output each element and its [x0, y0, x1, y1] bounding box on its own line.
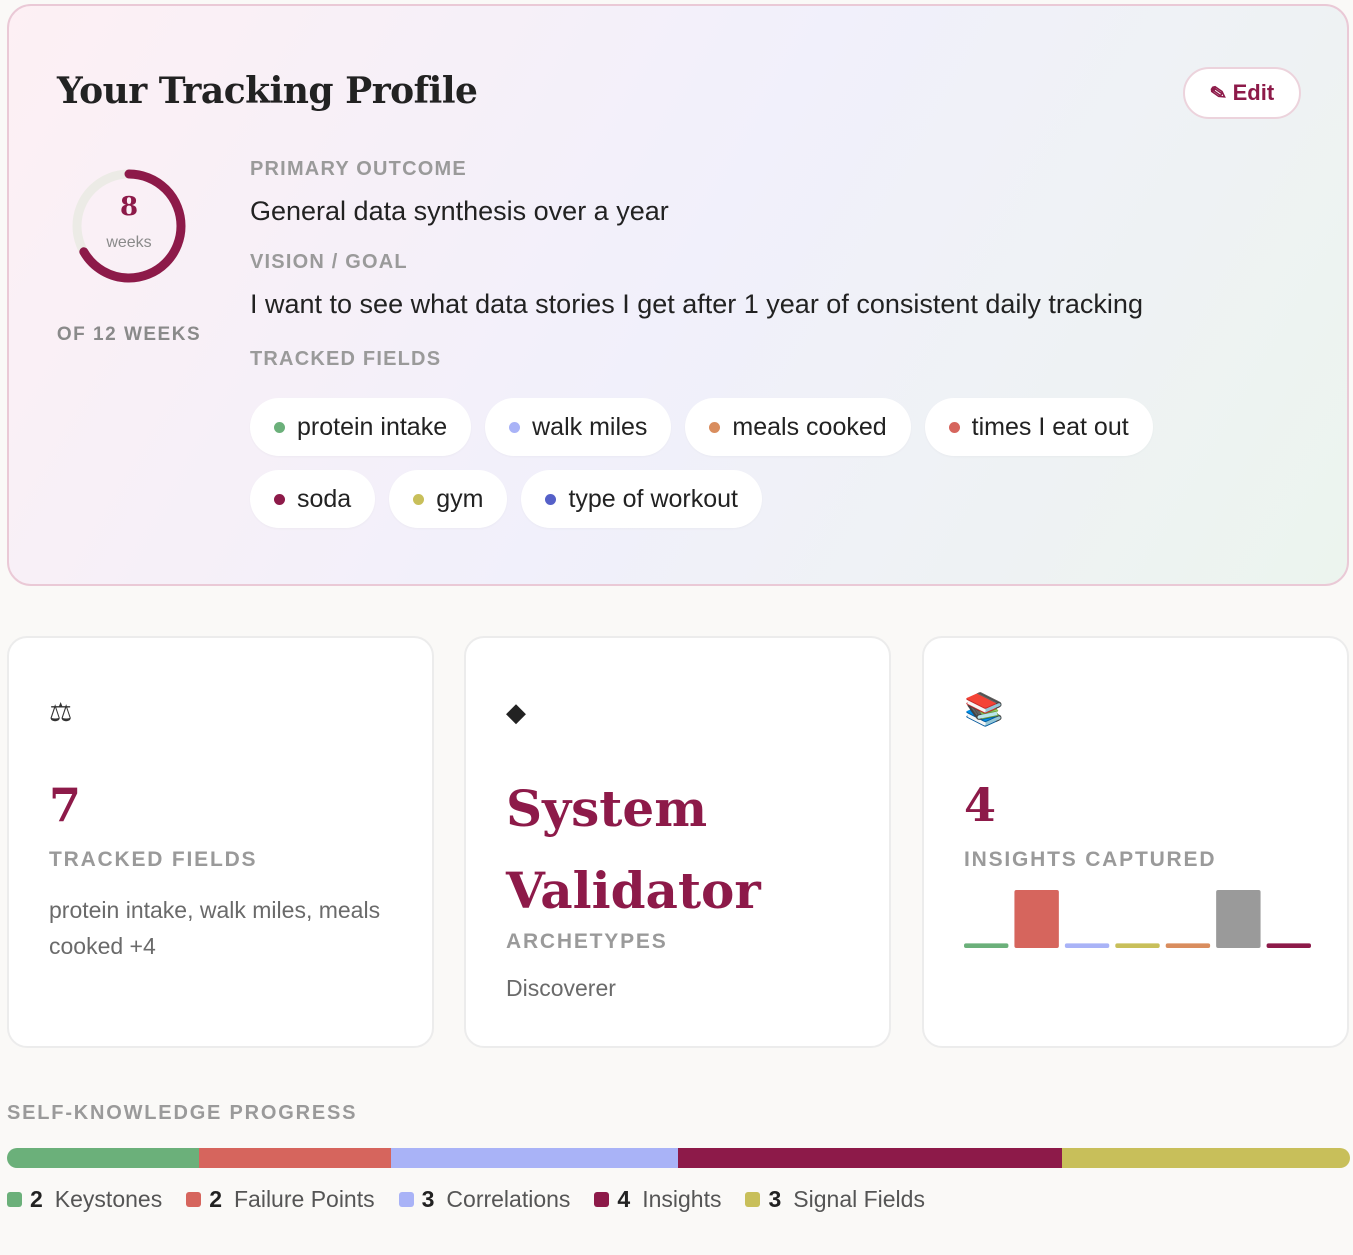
- legend-label: Signal Fields: [793, 1186, 925, 1212]
- field-chip-label: times I eat out: [971, 412, 1129, 441]
- progress-segment: [678, 1148, 1063, 1168]
- field-chip[interactable]: protein intake: [250, 398, 472, 456]
- tracked-fields-card[interactable]: ⚖ 7 TRACKED FIELDS protein intake, walk …: [7, 636, 434, 1048]
- field-color-dot: [509, 421, 521, 433]
- field-chip[interactable]: walk miles: [485, 398, 672, 456]
- progress-segment: [390, 1148, 679, 1168]
- tracked-fields-summary: protein intake, walk miles, meals cooked…: [49, 897, 381, 959]
- edit-button-label: Edit: [1232, 80, 1275, 105]
- field-chip[interactable]: type of workout: [521, 470, 762, 528]
- insights-card[interactable]: 📚 4 INSIGHTS CAPTURED: [922, 636, 1349, 1048]
- legend-count: 3: [768, 1186, 782, 1212]
- insight-bar: [1064, 943, 1110, 948]
- tracked-fields-label: TRACKED FIELDS: [250, 348, 442, 370]
- field-color-dot: [274, 493, 285, 505]
- tracked-fields-card-label: TRACKED FIELDS: [49, 848, 258, 871]
- tracking-profile-card: Your Tracking Profile ✎ Edit 8 weeks OF …: [7, 4, 1349, 586]
- insight-bar: [1216, 890, 1261, 948]
- archetype-title: System Validator: [506, 779, 761, 920]
- tracked-fields-count: 7: [49, 778, 82, 832]
- field-color-dot: [413, 493, 425, 505]
- pencil-icon: ✎: [1208, 81, 1229, 106]
- balance-scale-icon: ⚖: [49, 698, 73, 728]
- legend-item: 3 Signal Fields: [745, 1186, 925, 1213]
- legend-swatch: [745, 1192, 761, 1207]
- legend-item: 4 Insights: [594, 1186, 721, 1213]
- field-chip-label: gym: [436, 484, 484, 513]
- insight-bar: [1266, 943, 1311, 948]
- legend-swatch: [7, 1192, 22, 1207]
- edit-button[interactable]: ✎ Edit: [1183, 67, 1301, 119]
- weeks-completed-value: 8: [119, 192, 139, 222]
- weeks-total-caption: OF 12 WEEKS: [56, 324, 202, 345]
- archetype-card-label: ARCHETYPES: [506, 930, 668, 953]
- field-chip[interactable]: soda: [250, 470, 376, 528]
- legend-label: Failure Points: [234, 1186, 375, 1212]
- insight-bar: [1165, 943, 1211, 948]
- insights-card-label: INSIGHTS CAPTURED: [964, 848, 1217, 871]
- field-chip-label: protein intake: [297, 412, 448, 441]
- field-chip-label: meals cooked: [732, 412, 887, 441]
- legend-count: 4: [617, 1186, 631, 1212]
- field-color-dot: [545, 493, 557, 505]
- self-knowledge-progress-title: SELF-KNOWLEDGE PROGRESS: [7, 1102, 358, 1124]
- legend-item: 2 Keystones: [7, 1186, 162, 1213]
- legend-count: 2: [209, 1186, 222, 1212]
- weeks-progress-ring: 8 weeks: [69, 166, 189, 286]
- diamond-icon: ◆: [506, 698, 526, 728]
- weeks-unit: weeks: [106, 234, 152, 251]
- field-chip[interactable]: meals cooked: [685, 398, 911, 456]
- field-color-dot: [274, 421, 285, 433]
- legend-count: 3: [421, 1186, 435, 1212]
- primary-outcome-label: PRIMARY OUTCOME: [250, 158, 467, 180]
- vision-label: VISION / GOAL: [250, 251, 408, 273]
- profile-title: Your Tracking Profile: [57, 70, 478, 112]
- progress-segment: [7, 1148, 199, 1168]
- field-chip-label: type of workout: [568, 484, 738, 513]
- field-chip-label: walk miles: [532, 412, 648, 441]
- legend-label: Correlations: [446, 1186, 571, 1212]
- legend-swatch: [594, 1192, 610, 1207]
- field-color-dot: [709, 421, 721, 433]
- legend-item: 3 Correlations: [398, 1186, 571, 1213]
- progress-segment: [198, 1148, 391, 1168]
- legend-label: Insights: [642, 1186, 722, 1212]
- archetype-value: Discoverer: [506, 975, 616, 1001]
- legend-count: 2: [30, 1186, 43, 1212]
- field-chip[interactable]: gym: [389, 470, 508, 528]
- insights-count: 4: [964, 778, 997, 832]
- field-color-dot: [948, 421, 960, 433]
- legend-swatch: [186, 1192, 202, 1207]
- field-chip[interactable]: times I eat out: [924, 398, 1153, 456]
- archetype-card[interactable]: ◆ System Validator ARCHETYPES Discoverer: [464, 636, 891, 1048]
- legend-item: 2 Failure Points: [186, 1186, 375, 1213]
- insight-bar: [1014, 890, 1059, 948]
- legend-swatch: [398, 1192, 414, 1207]
- legend-label: Keystones: [54, 1186, 163, 1212]
- self-knowledge-progress-bar: [7, 1148, 1350, 1168]
- insight-bar: [1115, 943, 1160, 948]
- progress-segment: [1062, 1148, 1350, 1168]
- tracked-fields-list: protein intake walk miles meals cooked t…: [250, 398, 1250, 528]
- progress-ring-graphic: [72, 169, 186, 283]
- progress-legend: 2 Keystones 2 Failure Points 3 Correlations 4 I…: [7, 1186, 925, 1213]
- insight-bar: [964, 943, 1009, 948]
- field-chip-label: soda: [297, 484, 352, 513]
- vision-value: I want to see what data stories I get af…: [250, 289, 1143, 319]
- primary-outcome-value: General data synthesis over a year: [250, 196, 669, 226]
- insights-mini-bar-chart: [964, 890, 1311, 948]
- books-icon: 📚: [964, 691, 1004, 727]
